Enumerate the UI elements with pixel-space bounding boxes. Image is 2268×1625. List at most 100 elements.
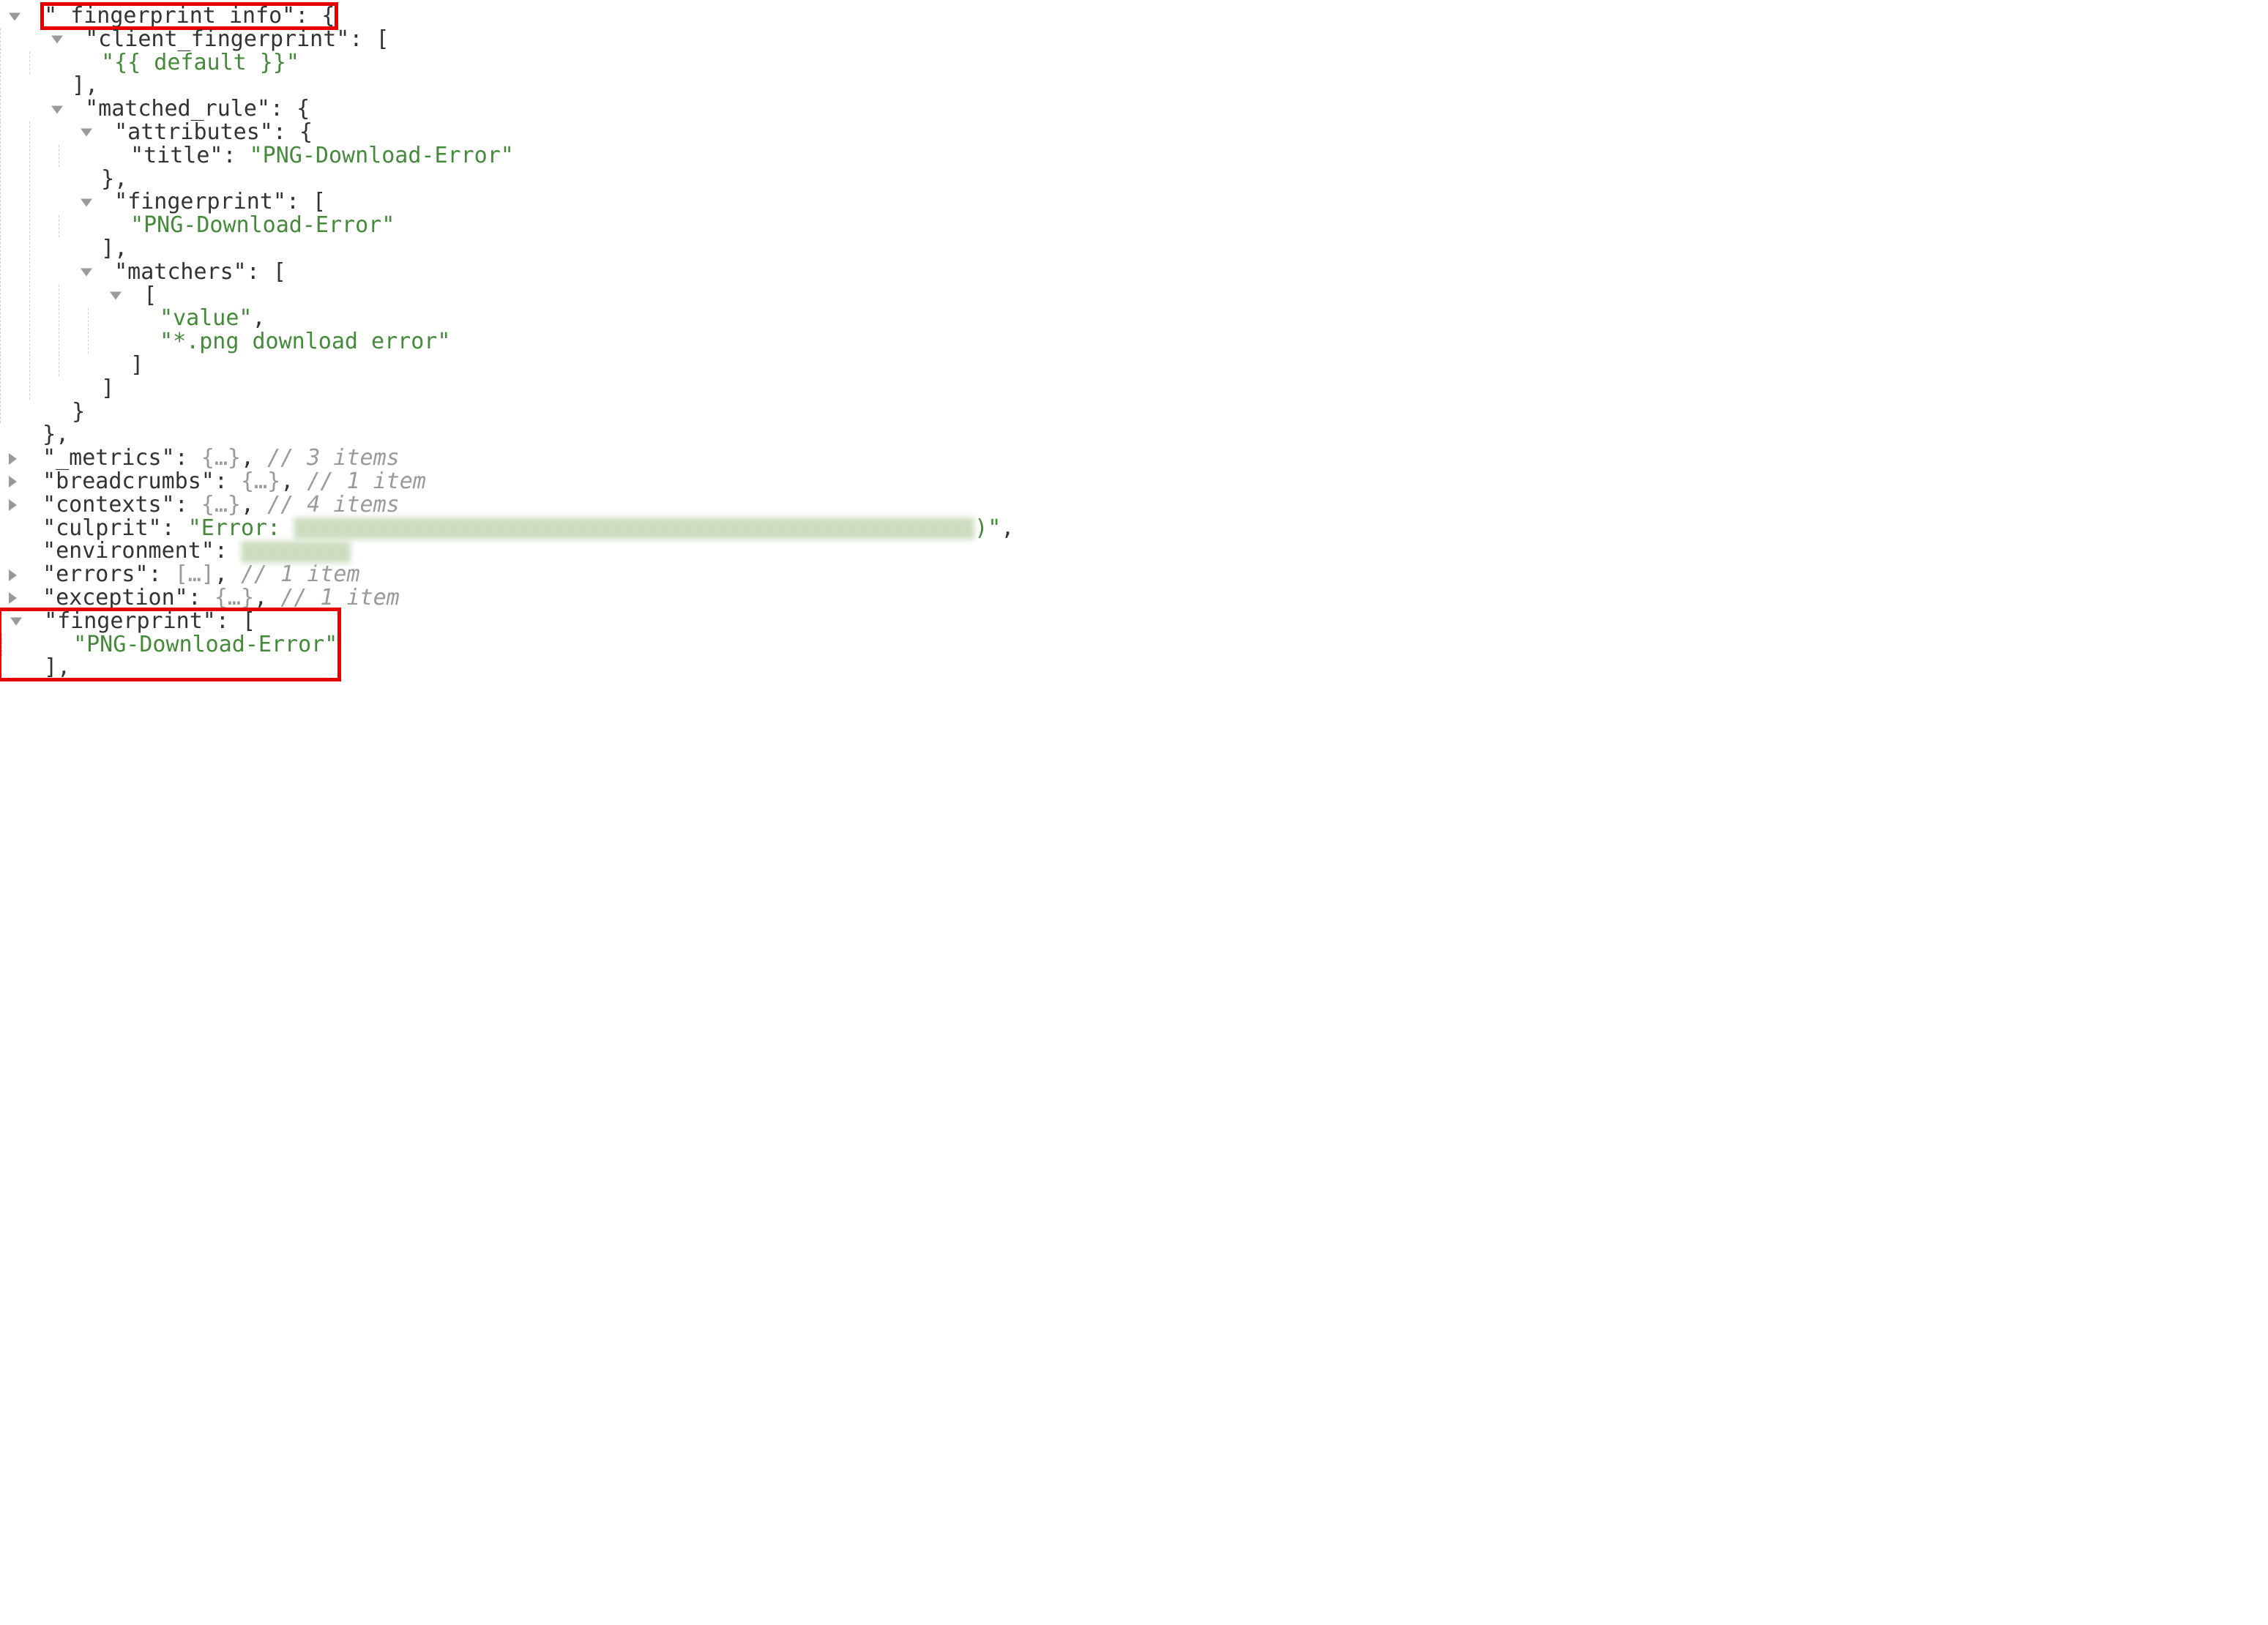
punct: : xyxy=(215,538,241,564)
json-tree-root: "_fingerprint_info": { "client_fingerpri… xyxy=(0,4,2268,679)
tree-row: "matched_rule": { xyxy=(0,97,2268,121)
redacted-text xyxy=(241,541,351,563)
tree-row: "matchers": [ xyxy=(0,261,2268,284)
tree-row: } xyxy=(0,400,2268,424)
punct: }, xyxy=(42,422,69,447)
tree-row: "fingerprint": [ xyxy=(1,610,337,633)
toggle-caret[interactable] xyxy=(0,448,29,470)
highlight-box-bottom: "fingerprint": [ "PNG-Download-Error" ], xyxy=(0,610,339,679)
highlight-box-top: "_fingerprint_info": { xyxy=(42,4,336,28)
json-key: "_fingerprint_info" xyxy=(44,3,295,29)
json-key: "title" xyxy=(130,143,223,168)
item-count-comment: // 1 item xyxy=(280,585,400,610)
toggle-caret[interactable] xyxy=(72,261,101,283)
punct: ] xyxy=(101,376,114,401)
json-string: )" xyxy=(974,515,1001,541)
tree-row: "_fingerprint_info": { xyxy=(0,4,2268,28)
item-count-comment: // 1 item xyxy=(241,561,360,587)
toggle-caret[interactable] xyxy=(0,6,29,28)
json-key: "matchers" xyxy=(114,259,247,285)
toggle-caret[interactable] xyxy=(0,471,29,493)
json-string: "PNG-Download-Error" xyxy=(130,212,395,238)
tree-row: }, xyxy=(0,168,2268,191)
tree-row: "breadcrumbs": {…}, // 1 item xyxy=(0,470,2268,493)
toggle-caret[interactable] xyxy=(1,610,31,632)
tree-row: ] xyxy=(0,377,2268,400)
punct: [ xyxy=(143,283,157,308)
punct: ], xyxy=(72,72,98,98)
punct: : xyxy=(149,561,175,587)
toggle-caret[interactable] xyxy=(42,29,72,51)
tree-row: "client_fingerprint": [ xyxy=(0,28,2268,51)
tree-row: "_metrics": {…}, // 3 items xyxy=(0,447,2268,470)
json-key: "fingerprint" xyxy=(114,189,286,214)
punct: : { xyxy=(295,3,335,29)
toggle-caret[interactable] xyxy=(0,587,29,609)
punct: ] xyxy=(130,352,143,378)
tree-row: "*.png download error" xyxy=(0,330,2268,354)
punct: : xyxy=(175,445,201,471)
item-count-comment: // 4 items xyxy=(267,492,400,518)
json-key: "client_fingerprint" xyxy=(85,26,349,52)
punct: : xyxy=(188,585,215,610)
tree-row: "culprit": "Error: )", xyxy=(0,517,2268,540)
punct: }, xyxy=(101,166,127,192)
json-key: "culprit" xyxy=(42,515,162,541)
json-key: "contexts" xyxy=(42,492,175,518)
punct: : [ xyxy=(349,26,389,52)
json-string: "PNG-Download-Error" xyxy=(250,143,514,168)
toggle-caret[interactable] xyxy=(42,99,72,121)
tree-row: }, xyxy=(0,423,2268,447)
toggle-caret[interactable] xyxy=(72,192,101,214)
collapsed-indicator[interactable]: {…} xyxy=(201,445,241,471)
toggle-caret[interactable] xyxy=(0,494,29,516)
item-count-comment: // 3 items xyxy=(267,445,400,471)
json-key: "errors" xyxy=(42,561,149,587)
tree-row: "attributes": { xyxy=(0,121,2268,144)
tree-row: "title": "PNG-Download-Error" xyxy=(0,144,2268,168)
punct: : { xyxy=(270,96,310,122)
toggle-caret[interactable] xyxy=(0,564,29,586)
tree-row: "value", xyxy=(0,307,2268,330)
punct: ], xyxy=(101,236,127,261)
toggle-caret[interactable] xyxy=(72,122,101,143)
punct: , xyxy=(215,561,228,587)
collapsed-indicator[interactable]: […] xyxy=(175,561,215,587)
punct: : [ xyxy=(286,189,326,214)
redacted-text xyxy=(294,518,974,539)
json-string: "Error: xyxy=(188,515,294,541)
punct: ], xyxy=(44,654,70,680)
punct: , xyxy=(254,585,267,610)
json-key: "exception" xyxy=(42,585,188,610)
tree-row: [ xyxy=(0,284,2268,307)
toggle-caret[interactable] xyxy=(101,285,130,307)
json-key: "_metrics" xyxy=(42,445,175,471)
tree-row: "PNG-Download-Error" xyxy=(0,214,2268,237)
json-string: "PNG-Download-Error" xyxy=(73,632,337,657)
punct: : xyxy=(162,515,188,541)
json-key: "attributes" xyxy=(114,119,273,145)
item-count-comment: // 1 item xyxy=(307,468,426,494)
punct: , xyxy=(280,468,294,494)
punct: , xyxy=(253,305,266,331)
tree-row: "exception": {…}, // 1 item xyxy=(0,586,2268,610)
collapsed-indicator[interactable]: {…} xyxy=(241,468,280,494)
collapsed-indicator[interactable]: {…} xyxy=(215,585,254,610)
tree-row: "fingerprint": [ xyxy=(0,190,2268,214)
json-string: "*.png download error" xyxy=(160,329,450,354)
json-key: "fingerprint" xyxy=(44,608,216,634)
json-string: "value" xyxy=(160,305,252,331)
json-key: "matched_rule" xyxy=(85,96,270,122)
tree-row: "contexts": {…}, // 4 items xyxy=(0,493,2268,517)
tree-row: "errors": […], // 1 item xyxy=(0,563,2268,586)
collapsed-indicator[interactable]: {…} xyxy=(201,492,241,518)
tree-row: "PNG-Download-Error" xyxy=(1,633,337,657)
tree-row: "environment": xyxy=(0,539,2268,563)
punct: : xyxy=(215,468,241,494)
tree-row: "{{ default }}" xyxy=(0,51,2268,75)
json-string: "{{ default }}" xyxy=(101,50,299,75)
tree-row: ] xyxy=(0,354,2268,377)
punct: : [ xyxy=(247,259,286,285)
punct: , xyxy=(241,492,254,518)
punct: : [ xyxy=(216,608,255,634)
